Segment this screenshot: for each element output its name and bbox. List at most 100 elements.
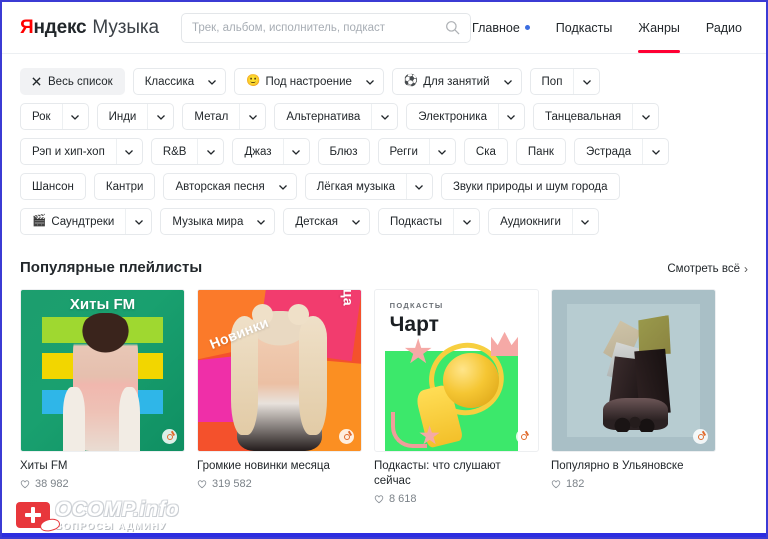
yandex-music-logo[interactable]: Яндекс Музыка xyxy=(20,17,159,39)
playlist-card[interactable]: Популярно в Ульяновске 182 xyxy=(551,289,716,505)
nav-item-glavnoe[interactable]: Главное xyxy=(472,2,530,53)
playlist-card[interactable]: Новинки месяца Громкие новинки месяца 31… xyxy=(197,289,362,505)
genre-chip-legkaya-muzyka[interactable]: Лёгкая музыка xyxy=(305,173,433,200)
genre-label: Электроника xyxy=(418,111,487,123)
genre-chip-indi[interactable]: Инди xyxy=(97,103,175,130)
chevron-down-icon[interactable] xyxy=(642,139,668,164)
watermark-tagline: ВОПРОСЫ АДМИНУ xyxy=(55,522,179,532)
genre-row-4: Шансон Кантри Авторская песня Лёгкая муз… xyxy=(20,173,748,200)
section-header: Популярные плейлисты Смотреть всё › xyxy=(20,259,748,276)
genre-chip-reggi[interactable]: Регги xyxy=(378,138,456,165)
genre-label: Поп xyxy=(542,76,563,88)
genre-label: Подкасты xyxy=(390,216,442,228)
genre-label: Аудиокниги xyxy=(500,216,561,228)
genre-chip-ska[interactable]: Ска xyxy=(464,138,508,165)
genre-chip-alternativa[interactable]: Альтернатива xyxy=(274,103,398,130)
genre-chip-dzhaz[interactable]: Джаз xyxy=(232,138,309,165)
browser-window: Яндекс Музыка Главное Подкасты Жанры Рад… xyxy=(0,0,768,539)
playlist-cover-hity-fm[interactable]: Хиты FM xyxy=(20,289,185,452)
genre-chip-detskaya[interactable]: Детская xyxy=(283,208,370,235)
watermark-monitor-icon xyxy=(16,502,50,528)
playlist-likes: 38 982 xyxy=(20,478,185,490)
likes-count: 8 618 xyxy=(389,493,417,505)
chevron-down-icon[interactable] xyxy=(406,174,432,199)
genre-chip-metal[interactable]: Метал xyxy=(182,103,266,130)
genre-label: Кантри xyxy=(106,181,144,193)
genre-chip-kantri[interactable]: Кантри xyxy=(94,173,156,200)
playlist-cover-chart[interactable]: ПОДКАСТЫ Чарт xyxy=(374,289,539,452)
genre-label: Под настроение xyxy=(265,76,351,88)
chevron-down-icon[interactable] xyxy=(632,104,658,129)
chevron-down-icon[interactable] xyxy=(125,209,151,234)
playlist-cover-ulyanovsk[interactable] xyxy=(551,289,716,452)
chevron-down-icon[interactable] xyxy=(239,104,265,129)
chevron-down-icon[interactable] xyxy=(501,69,521,94)
playlist-card[interactable]: ПОДКАСТЫ Чарт Подкасты: что слушают сейч… xyxy=(374,289,539,505)
genre-chip-dlya-zanyatiy[interactable]: ⚽ Для занятий xyxy=(392,68,522,95)
nav-label: Жанры xyxy=(638,21,679,35)
genre-chip-estrada[interactable]: Эстрада xyxy=(574,138,669,165)
genre-label: Регги xyxy=(390,146,418,158)
chevron-down-icon[interactable] xyxy=(453,209,479,234)
genre-chip-rok[interactable]: Рок xyxy=(20,103,89,130)
playlist-title: Подкасты: что слушают сейчас xyxy=(374,459,539,489)
close-icon xyxy=(32,77,41,86)
nav-item-zhanry[interactable]: Жанры xyxy=(638,2,679,53)
genre-chip-tancevalnaya[interactable]: Танцевальная xyxy=(533,103,659,130)
genre-chip-podkasty[interactable]: Подкасты xyxy=(378,208,480,235)
playlist-likes: 319 582 xyxy=(197,478,362,490)
search-icon[interactable] xyxy=(445,20,460,35)
chevron-down-icon[interactable] xyxy=(349,209,369,234)
chevron-down-icon[interactable] xyxy=(363,69,383,94)
page-title: Популярные плейлисты xyxy=(20,259,202,276)
chevron-down-icon[interactable] xyxy=(205,69,225,94)
cover-title-line2: месяца xyxy=(340,289,356,306)
genre-chip-rnb[interactable]: R&B xyxy=(151,138,225,165)
genre-chip-zvuki-prirody[interactable]: Звуки природы и шум города xyxy=(441,173,620,200)
chevron-down-icon[interactable] xyxy=(429,139,455,164)
genre-label: Классика xyxy=(145,76,194,88)
genre-chip-muzyka-mira[interactable]: Музыка мира xyxy=(160,208,275,235)
main-nav: Главное Подкасты Жанры Радио xyxy=(472,2,748,53)
genre-chip-shanson[interactable]: Шансон xyxy=(20,173,86,200)
genre-row-1: Весь список Классика 🙂 Под настроение xyxy=(20,68,748,95)
search-input[interactable] xyxy=(192,22,445,34)
genre-chip-klassika[interactable]: Классика xyxy=(133,68,226,95)
search-box[interactable] xyxy=(181,13,471,43)
genre-chip-blyuz[interactable]: Блюз xyxy=(318,138,370,165)
nav-item-podkasty[interactable]: Подкасты xyxy=(556,2,613,53)
genre-chip-audioknigi[interactable]: Аудиокниги xyxy=(488,208,599,235)
genre-chip-avtorskaya-pesnya[interactable]: Авторская песня xyxy=(163,173,296,200)
chevron-down-icon[interactable] xyxy=(283,139,309,164)
see-all-link[interactable]: Смотреть всё › xyxy=(667,262,748,276)
cover-title: Хиты FM xyxy=(21,296,184,313)
chevron-down-icon[interactable] xyxy=(116,139,142,164)
app-header: Яндекс Музыка Главное Подкасты Жанры Рад… xyxy=(2,2,766,54)
genre-chip-pank[interactable]: Панк xyxy=(516,138,566,165)
chevron-down-icon[interactable] xyxy=(62,104,88,129)
chevron-down-icon[interactable] xyxy=(197,139,223,164)
nav-item-radio[interactable]: Радио xyxy=(706,2,742,53)
genre-chip-elektronika[interactable]: Электроника xyxy=(406,103,525,130)
heart-icon xyxy=(551,479,561,489)
genre-chip-saundtreki[interactable]: 🎬 Саундтреки xyxy=(20,208,152,235)
genre-chip-ves-spisok[interactable]: Весь список xyxy=(20,68,125,95)
chevron-down-icon[interactable] xyxy=(498,104,524,129)
cover-dress-right xyxy=(119,387,140,451)
chevron-down-icon[interactable] xyxy=(573,69,599,94)
genre-label: Танцевальная xyxy=(545,111,621,123)
playlist-cover-novinki-mesyaca[interactable]: Новинки месяца xyxy=(197,289,362,452)
cover-kicker: ПОДКАСТЫ xyxy=(390,301,444,310)
genre-chip-pod-nastroenie[interactable]: 🙂 Под настроение xyxy=(234,68,384,95)
chevron-down-icon[interactable] xyxy=(254,209,274,234)
logo-ndeks-text: ндекс xyxy=(33,17,86,39)
genre-chip-pop[interactable]: Поп xyxy=(530,68,601,95)
chevron-down-icon[interactable] xyxy=(371,104,397,129)
genre-label: Лёгкая музыка xyxy=(317,181,395,193)
chevron-down-icon[interactable] xyxy=(147,104,173,129)
playlist-card[interactable]: Хиты FM Хиты FM 38 982 xyxy=(20,289,185,505)
chevron-down-icon[interactable] xyxy=(572,209,598,234)
genre-label: Эстрада xyxy=(586,146,631,158)
chevron-down-icon[interactable] xyxy=(276,174,296,199)
genre-chip-rep-i-hip-hop[interactable]: Рэп и хип-хоп xyxy=(20,138,143,165)
